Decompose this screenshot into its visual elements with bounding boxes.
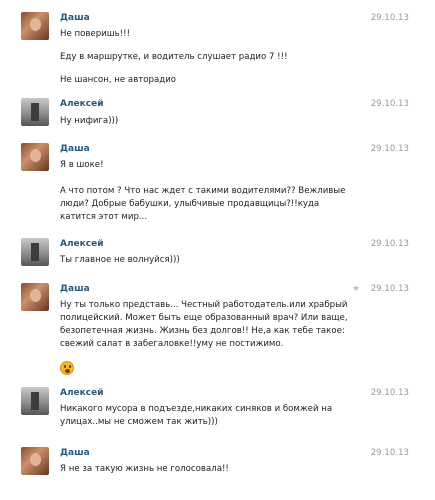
- author-name[interactable]: Алексей: [60, 99, 104, 109]
- avatar[interactable]: [21, 283, 49, 311]
- author-name[interactable]: Даша: [60, 448, 90, 458]
- author-name[interactable]: Алексей: [60, 388, 104, 398]
- message-text-line: Не шансон, не авторадио: [60, 75, 177, 85]
- message-text-line: улицах..мы не сможем так жить))): [60, 417, 218, 427]
- message-date: 29.10.13: [370, 13, 409, 23]
- message-date: 29.10.13: [370, 388, 409, 398]
- message-text-line: А что потом ? Что нас ждет с такими води…: [60, 186, 346, 196]
- message-text-line: Ты главное не волнуйся))): [60, 255, 180, 265]
- message-text-line: Еду в маршрутке, и водитель слушает ради…: [60, 52, 288, 62]
- surprised-face-emoji: [60, 361, 74, 375]
- star-icon[interactable]: ★: [352, 284, 360, 294]
- message-text-line: Никакого мусора в подъезде,никаких синяк…: [60, 404, 333, 414]
- avatar[interactable]: [21, 238, 49, 266]
- message-text-line: катится этот мир...: [60, 212, 148, 222]
- message-text-line: полицейский. Может быть еще образованный…: [60, 313, 348, 323]
- message-date: 29.10.13: [370, 99, 409, 109]
- author-name[interactable]: Даша: [60, 13, 90, 23]
- avatar[interactable]: [21, 98, 49, 126]
- message-date: 29.10.13: [370, 284, 409, 294]
- message-text-line: Я не за такую жизнь не голосовала!!: [60, 464, 229, 474]
- author-name[interactable]: Алексей: [60, 239, 104, 249]
- avatar[interactable]: [21, 447, 49, 475]
- author-name[interactable]: Даша: [60, 284, 90, 294]
- avatar[interactable]: [21, 12, 49, 40]
- avatar[interactable]: [21, 387, 49, 415]
- message-date: 29.10.13: [370, 144, 409, 154]
- message-text-line: Не поверишь!!!: [60, 29, 131, 39]
- message-text-line: Я в шоке!: [60, 160, 104, 170]
- message-text-line: Ну ты только представь... Честный работо…: [60, 300, 348, 310]
- author-name[interactable]: Даша: [60, 144, 90, 154]
- message-text-line: свежий салат в забегаловке!!уму не пости…: [60, 339, 284, 349]
- avatar[interactable]: [21, 143, 49, 171]
- message-date: 29.10.13: [370, 239, 409, 249]
- message-text-line: Ну нифига))): [60, 116, 119, 126]
- message-text-line: люди? Добрые бабушки, улыбчивые продавщи…: [60, 199, 320, 209]
- message-text-line: безопетечная жизнь. Жизнь без долгов!! Н…: [60, 326, 345, 336]
- message-date: 29.10.13: [370, 448, 409, 458]
